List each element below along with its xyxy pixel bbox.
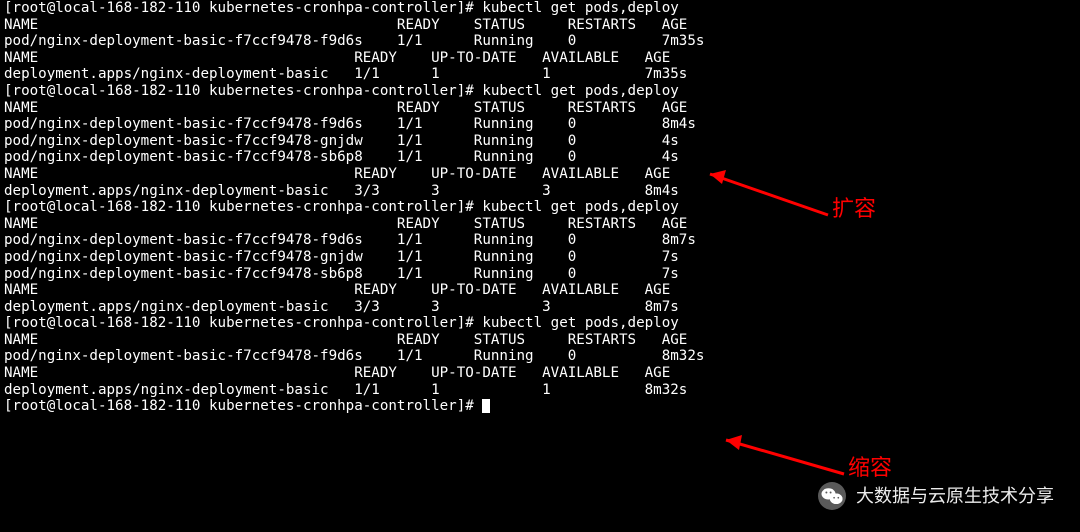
terminal-line: pod/nginx-deployment-basic-f7ccf9478-gnj… xyxy=(4,133,1076,150)
terminal-line: pod/nginx-deployment-basic-f7ccf9478-gnj… xyxy=(4,249,1076,266)
terminal-line: deployment.apps/nginx-deployment-basic 3… xyxy=(4,183,1076,200)
terminal-line: [root@local-168-182-110 kubernetes-cronh… xyxy=(4,83,1076,100)
wechat-icon xyxy=(818,482,846,510)
terminal-line: NAME READY STATUS RESTARTS AGE xyxy=(4,100,1076,117)
terminal-prompt-line[interactable]: [root@local-168-182-110 kubernetes-cronh… xyxy=(4,398,1076,415)
terminal-line: [root@local-168-182-110 kubernetes-cronh… xyxy=(4,315,1076,332)
watermark: 大数据与云原生技术分享 xyxy=(818,482,1054,510)
terminal-line: NAME READY UP-TO-DATE AVAILABLE AGE xyxy=(4,166,1076,183)
terminal-line: pod/nginx-deployment-basic-f7ccf9478-f9d… xyxy=(4,348,1076,365)
terminal-line: pod/nginx-deployment-basic-f7ccf9478-f9d… xyxy=(4,232,1076,249)
terminal-line: NAME READY STATUS RESTARTS AGE xyxy=(4,17,1076,34)
terminal-line: pod/nginx-deployment-basic-f7ccf9478-f9d… xyxy=(4,116,1076,133)
terminal-line: NAME READY UP-TO-DATE AVAILABLE AGE xyxy=(4,365,1076,382)
watermark-text: 大数据与云原生技术分享 xyxy=(856,488,1054,505)
terminal-line: [root@local-168-182-110 kubernetes-cronh… xyxy=(4,0,1076,17)
terminal-line: NAME READY UP-TO-DATE AVAILABLE AGE xyxy=(4,50,1076,67)
terminal-line: NAME READY STATUS RESTARTS AGE xyxy=(4,216,1076,233)
terminal-line: deployment.apps/nginx-deployment-basic 1… xyxy=(4,382,1076,399)
terminal-line: NAME READY UP-TO-DATE AVAILABLE AGE xyxy=(4,282,1076,299)
terminal-line: [root@local-168-182-110 kubernetes-cronh… xyxy=(4,199,1076,216)
terminal-line: pod/nginx-deployment-basic-f7ccf9478-f9d… xyxy=(4,33,1076,50)
terminal-line: pod/nginx-deployment-basic-f7ccf9478-sb6… xyxy=(4,149,1076,166)
terminal-line: pod/nginx-deployment-basic-f7ccf9478-sb6… xyxy=(4,266,1076,283)
terminal-line: NAME READY STATUS RESTARTS AGE xyxy=(4,332,1076,349)
label-scale-down: 缩容 xyxy=(848,460,892,477)
terminal-line: deployment.apps/nginx-deployment-basic 3… xyxy=(4,299,1076,316)
terminal-line: deployment.apps/nginx-deployment-basic 1… xyxy=(4,66,1076,83)
arrow-scale-down xyxy=(726,434,856,489)
cursor xyxy=(482,399,490,413)
terminal-output: [root@local-168-182-110 kubernetes-cronh… xyxy=(0,0,1080,415)
